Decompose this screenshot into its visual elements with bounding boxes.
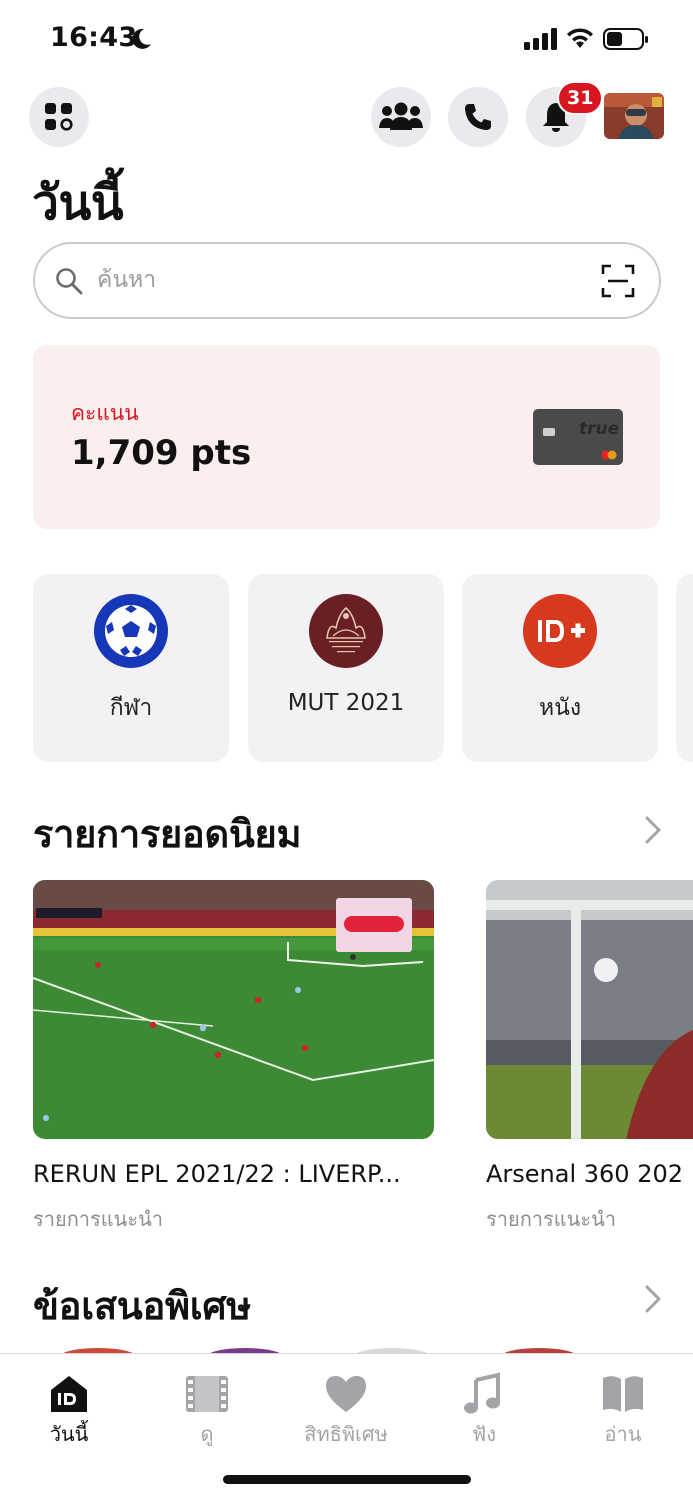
- search-bar[interactable]: [33, 242, 661, 319]
- category-tile-sports[interactable]: กีฬา: [33, 574, 229, 762]
- scan-icon[interactable]: [601, 264, 635, 298]
- call-button[interactable]: [448, 87, 508, 147]
- tab-label: อ่าน: [604, 1422, 642, 1446]
- heart-icon: [326, 1376, 366, 1412]
- category-tile-movies[interactable]: หนัง: [462, 574, 658, 762]
- tab-watch[interactable]: ดู: [152, 1372, 262, 1452]
- trueid-plus-logo: [523, 594, 597, 668]
- film-icon: [186, 1376, 228, 1412]
- video-subtitle: รายการแนะนำ: [486, 1207, 616, 1231]
- miss-universe-logo: [309, 594, 383, 668]
- card-brand-label: true: [579, 419, 620, 439]
- status-time: 16:43: [50, 22, 138, 53]
- battery-icon: [603, 28, 648, 50]
- group-icon: [379, 102, 423, 130]
- soccer-ball-icon: [94, 594, 168, 668]
- points-card[interactable]: คะแนน 1,709 pts true: [33, 345, 660, 529]
- notification-badge: 31: [557, 81, 604, 115]
- chevron-right-icon[interactable]: [642, 815, 664, 845]
- friends-button[interactable]: [371, 87, 431, 147]
- points-label: คะแนน: [71, 401, 139, 425]
- cellular-signal-icon: [524, 28, 557, 50]
- phone-icon: [465, 104, 491, 130]
- section-title-offers: ข้อเสนอพิเศษ: [33, 1284, 251, 1328]
- search-icon: [56, 268, 83, 295]
- tab-label: ดู: [200, 1422, 214, 1446]
- moon-icon: [132, 28, 151, 49]
- wifi-icon: [567, 28, 593, 48]
- category-label: MUT 2021: [287, 690, 405, 716]
- page-title: วันนี้: [32, 175, 124, 231]
- home-indicator: [223, 1475, 471, 1484]
- video-title[interactable]: Arsenal 360 202: [486, 1160, 693, 1188]
- tab-label: วันนี้: [49, 1422, 89, 1446]
- tab-label: สิทธิพิเศษ: [304, 1422, 388, 1446]
- apps-grid-icon: [45, 103, 73, 131]
- book-icon: [603, 1376, 643, 1412]
- avatar[interactable]: [604, 93, 664, 139]
- tab-listen[interactable]: ฟัง: [429, 1372, 539, 1452]
- tab-privileges[interactable]: สิทธิพิเศษ: [291, 1372, 401, 1452]
- points-value: 1,709 pts: [71, 433, 252, 473]
- trueid-home-icon: [51, 1376, 87, 1412]
- tab-label: ฟัง: [472, 1422, 496, 1446]
- category-label: กีฬา: [109, 695, 153, 721]
- search-input[interactable]: [97, 260, 577, 300]
- section-title-popular: รายการยอดนิยม: [33, 812, 302, 856]
- category-label: หนัง: [538, 695, 582, 721]
- video-thumbnail-arsenal[interactable]: [486, 880, 693, 1139]
- tab-today[interactable]: วันนี้: [14, 1372, 124, 1452]
- video-subtitle: รายการแนะนำ: [33, 1207, 163, 1231]
- category-tile-peek[interactable]: [676, 574, 693, 762]
- status-bar: 16:43: [0, 0, 693, 80]
- video-thumbnail-liverpool[interactable]: [33, 880, 434, 1139]
- chevron-right-icon[interactable]: [642, 1284, 664, 1314]
- tab-read[interactable]: อ่าน: [568, 1372, 678, 1452]
- true-card-image: true: [533, 409, 623, 465]
- video-title[interactable]: RERUN EPL 2021/22 : LIVERP...: [33, 1160, 438, 1188]
- apps-button[interactable]: [29, 87, 89, 147]
- category-tile-mut2021[interactable]: MUT 2021: [248, 574, 444, 762]
- music-note-icon: [464, 1372, 500, 1414]
